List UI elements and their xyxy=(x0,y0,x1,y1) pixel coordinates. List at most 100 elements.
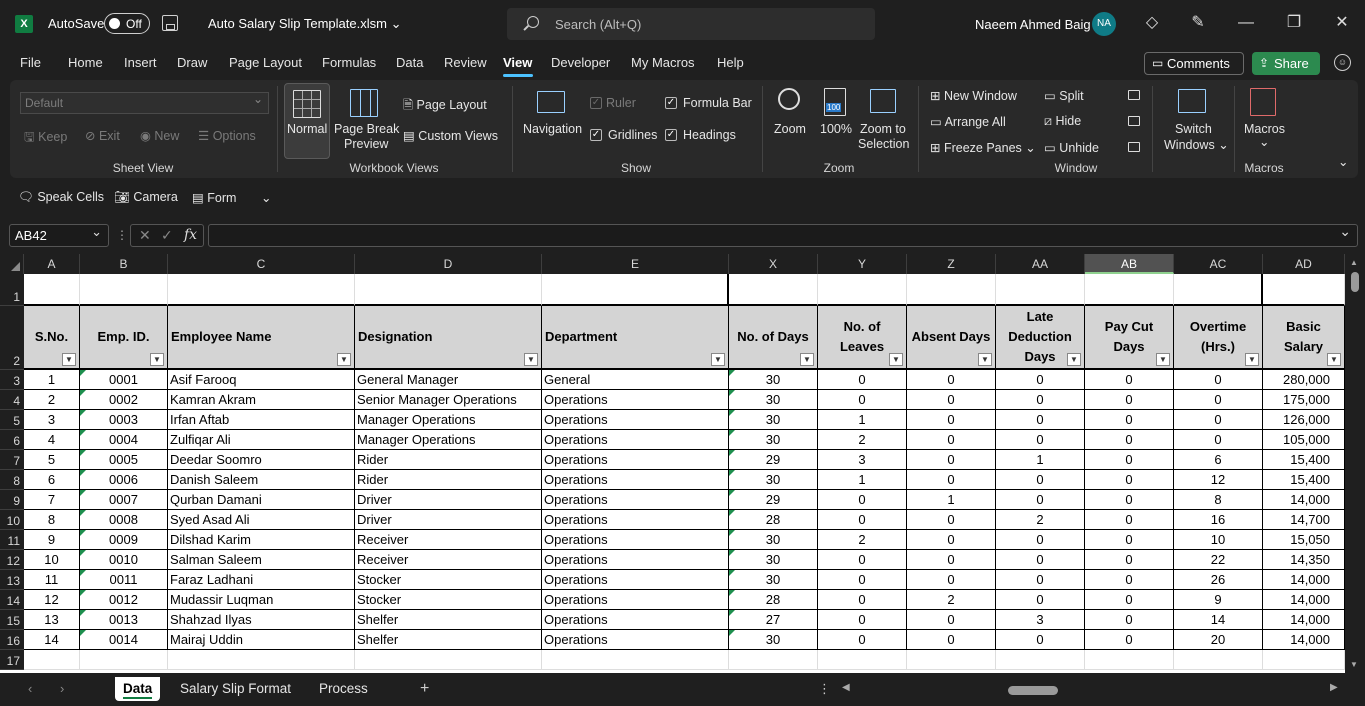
table-cell[interactable]: Danish Saleem xyxy=(168,470,355,490)
table-cell[interactable]: 29 xyxy=(729,490,818,510)
header-cell[interactable]: No. of Leaves ▼ xyxy=(818,306,907,370)
menu-formulas[interactable]: Formulas xyxy=(322,55,376,70)
table-cell[interactable]: 0 xyxy=(907,390,996,410)
column-header-ad[interactable]: AD xyxy=(1263,254,1345,274)
customize-qat-icon[interactable]: ⌄ xyxy=(261,190,271,205)
menu-developer[interactable]: Developer xyxy=(551,55,610,70)
table-cell[interactable]: 0 xyxy=(1174,390,1263,410)
cell[interactable] xyxy=(355,650,542,670)
table-cell[interactable]: 0001 xyxy=(80,370,168,390)
table-cell[interactable]: Operations xyxy=(542,570,729,590)
filter-dropdown-icon[interactable]: ▼ xyxy=(524,353,538,366)
prev-sheet-icon[interactable]: ‹ xyxy=(28,681,32,696)
menu-help[interactable]: Help xyxy=(717,55,744,70)
table-cell[interactable]: Deedar Soomro xyxy=(168,450,355,470)
row-header[interactable]: 15 xyxy=(0,610,24,630)
table-cell[interactable]: 0 xyxy=(1174,370,1263,390)
filter-dropdown-icon[interactable]: ▼ xyxy=(1327,353,1341,366)
column-header-d[interactable]: D xyxy=(355,254,542,274)
table-cell[interactable]: Operations xyxy=(542,630,729,650)
macros-dropdown-icon[interactable]: ⌄ xyxy=(1259,134,1269,149)
header-cell[interactable]: No. of Days ▼ xyxy=(729,306,818,370)
header-cell[interactable]: Emp. ID. ▼ xyxy=(80,306,168,370)
row-header[interactable]: 2 xyxy=(0,306,24,370)
table-cell[interactable]: Zulfiqar Ali xyxy=(168,430,355,450)
table-cell[interactable]: 14,000 xyxy=(1263,590,1345,610)
normal-view-button[interactable]: Normal xyxy=(284,83,330,159)
table-cell[interactable]: 0 xyxy=(996,430,1085,450)
split-button[interactable]: ▭ Split xyxy=(1044,88,1084,103)
search-box[interactable]: Search (Alt+Q) xyxy=(507,8,875,40)
column-header-y[interactable]: Y xyxy=(818,254,907,274)
table-cell[interactable]: 0007 xyxy=(80,490,168,510)
filter-dropdown-icon[interactable]: ▼ xyxy=(1067,353,1081,366)
table-cell[interactable]: 3 xyxy=(24,410,80,430)
row-header[interactable]: 16 xyxy=(0,630,24,650)
document-title[interactable]: Auto Salary Slip Template.xlsm ⌄ xyxy=(208,16,401,32)
table-cell[interactable]: 0008 xyxy=(80,510,168,530)
table-cell[interactable]: Mudassir Luqman xyxy=(168,590,355,610)
column-header-ac[interactable]: AC xyxy=(1174,254,1263,274)
table-cell[interactable]: 29 xyxy=(729,450,818,470)
filter-dropdown-icon[interactable]: ▼ xyxy=(800,353,814,366)
table-cell[interactable]: Syed Asad Ali xyxy=(168,510,355,530)
table-cell[interactable]: 0 xyxy=(907,570,996,590)
camera-button[interactable]: 📷︎ Camera xyxy=(114,190,178,205)
menu-my-macros[interactable]: My Macros xyxy=(631,55,695,70)
menu-file[interactable]: File xyxy=(20,55,41,70)
cell[interactable] xyxy=(907,274,996,306)
table-cell[interactable]: 2 xyxy=(907,590,996,610)
table-cell[interactable]: 105,000 xyxy=(1263,430,1345,450)
next-sheet-icon[interactable]: › xyxy=(60,681,64,696)
row-header[interactable]: 1 xyxy=(0,274,24,306)
row-header[interactable]: 7 xyxy=(0,450,24,470)
cell[interactable] xyxy=(1085,650,1174,670)
new-view-button[interactable]: ◉ New xyxy=(140,128,179,143)
table-cell[interactable]: 0 xyxy=(1085,410,1174,430)
menu-view[interactable]: View xyxy=(503,55,532,70)
menu-home[interactable]: Home xyxy=(68,55,103,70)
table-cell[interactable]: 26 xyxy=(1174,570,1263,590)
table-cell[interactable]: 0 xyxy=(907,410,996,430)
table-cell[interactable]: 0 xyxy=(818,630,907,650)
row-header[interactable]: 6 xyxy=(0,430,24,450)
table-cell[interactable]: 0009 xyxy=(80,530,168,550)
table-cell[interactable]: Faraz Ladhani xyxy=(168,570,355,590)
header-cell[interactable]: Department ▼ xyxy=(542,306,729,370)
table-cell[interactable]: Dilshad Karim xyxy=(168,530,355,550)
table-cell[interactable]: 12 xyxy=(1174,470,1263,490)
table-cell[interactable]: 9 xyxy=(24,530,80,550)
table-cell[interactable]: 0 xyxy=(1085,450,1174,470)
table-cell[interactable]: 0 xyxy=(818,490,907,510)
table-cell[interactable]: 2 xyxy=(818,530,907,550)
table-cell[interactable]: 1 xyxy=(818,410,907,430)
table-cell[interactable]: 0 xyxy=(1085,550,1174,570)
filter-dropdown-icon[interactable]: ▼ xyxy=(150,353,164,366)
name-box[interactable]: AB42 xyxy=(9,221,109,247)
table-cell[interactable]: 0 xyxy=(1085,390,1174,410)
table-cell[interactable]: 0 xyxy=(1085,370,1174,390)
table-cell[interactable]: 0 xyxy=(818,510,907,530)
table-cell[interactable]: 0 xyxy=(1085,470,1174,490)
filter-dropdown-icon[interactable]: ▼ xyxy=(1245,353,1259,366)
table-cell[interactable]: 14,000 xyxy=(1263,630,1345,650)
table-cell[interactable]: Mairaj Uddin xyxy=(168,630,355,650)
table-cell[interactable]: 7 xyxy=(24,490,80,510)
gridlines-checkbox[interactable]: ✓ xyxy=(590,129,602,141)
freeze-panes-button[interactable]: ⊞ Freeze Panes ⌄ xyxy=(930,140,1036,155)
cell[interactable] xyxy=(80,274,168,306)
table-cell[interactable]: 5 xyxy=(24,450,80,470)
table-cell[interactable]: 175,000 xyxy=(1263,390,1345,410)
table-cell[interactable]: Operations xyxy=(542,430,729,450)
table-cell[interactable]: Receiver xyxy=(355,550,542,570)
table-cell[interactable]: 0 xyxy=(1174,430,1263,450)
table-cell[interactable]: General Manager xyxy=(355,370,542,390)
column-header-aa[interactable]: AA xyxy=(996,254,1085,274)
cell[interactable] xyxy=(168,274,355,306)
table-cell[interactable]: 28 xyxy=(729,510,818,530)
table-cell[interactable]: 0003 xyxy=(80,410,168,430)
table-cell[interactable]: 1 xyxy=(907,490,996,510)
table-cell[interactable]: 16 xyxy=(1174,510,1263,530)
table-cell[interactable]: Asif Farooq xyxy=(168,370,355,390)
zoom-selection-label-2[interactable]: Selection xyxy=(858,137,909,151)
